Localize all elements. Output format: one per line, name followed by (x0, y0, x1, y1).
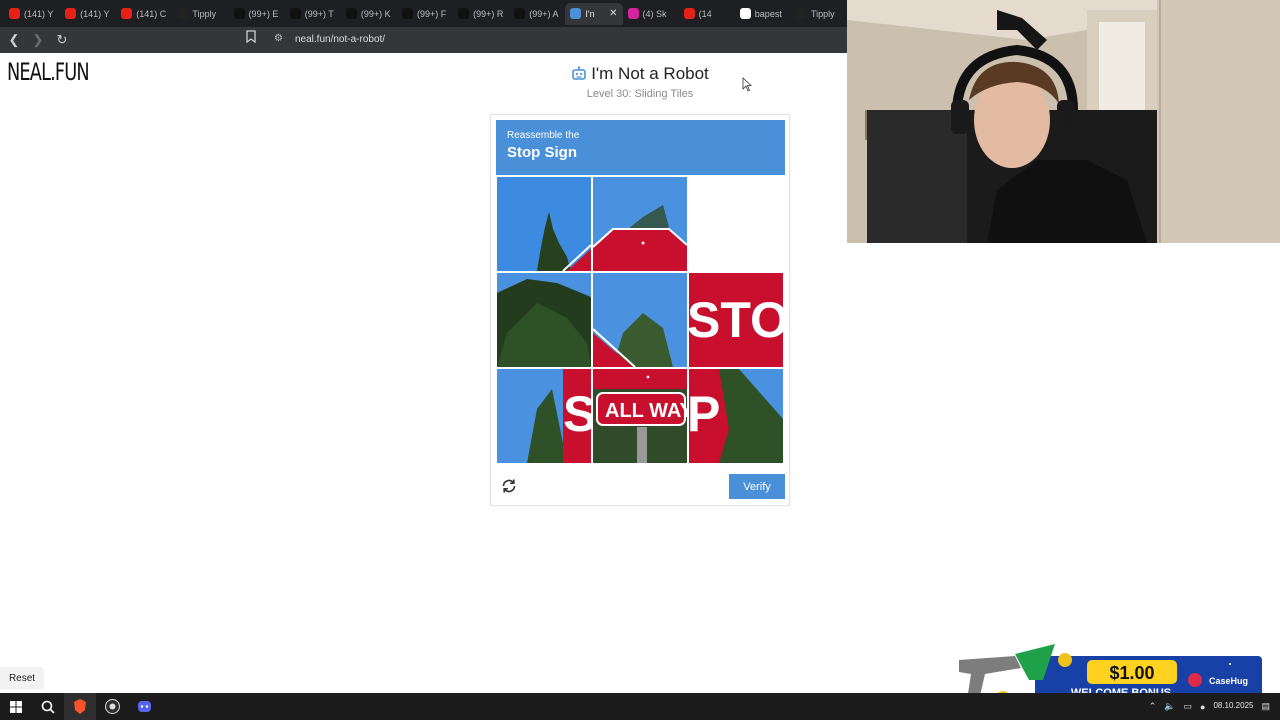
microphone-icon[interactable]: ● (1200, 702, 1205, 712)
browser-tab-label: (99+) F (416, 8, 447, 19)
site-info-icon[interactable]: ⚙ (274, 33, 283, 44)
svg-text:P: P (689, 386, 720, 442)
discord-icon[interactable] (128, 693, 160, 720)
puzzle-tile[interactable] (497, 273, 591, 367)
forward-button[interactable]: ❯ (28, 30, 48, 50)
youtube-icon (9, 8, 20, 19)
brave-browser-icon[interactable] (64, 693, 96, 720)
robot-icon (572, 66, 587, 80)
browser-tab[interactable]: (4) Sk (623, 3, 679, 25)
puzzle-tile[interactable] (593, 273, 687, 367)
puzzle-tile[interactable]: P (689, 369, 783, 463)
browser-tab[interactable]: (99+) R (453, 3, 509, 25)
instagram-icon (627, 8, 639, 19)
browser-tab-label: (141) C (136, 8, 167, 19)
browser-tab[interactable]: (99+) F (397, 3, 453, 25)
puzzle-tile[interactable]: ALL WAY (593, 369, 687, 463)
svg-text:S: S (563, 386, 591, 442)
puzzle-tile[interactable] (593, 177, 687, 271)
browser-tab[interactable]: Tipply (172, 3, 228, 25)
browser-tab[interactable]: I'n ✕ (565, 2, 623, 25)
search-icon[interactable] (32, 693, 64, 720)
back-button[interactable]: ❮ (4, 30, 24, 50)
date-label: 08.10.2025 (1213, 701, 1254, 711)
reload-button[interactable]: ↻ (52, 30, 72, 50)
sliding-tile-grid: STO S ALL WAY P (497, 177, 785, 465)
browser-tab-label: (141) Y (80, 8, 110, 19)
tiktok-icon (514, 8, 526, 19)
refresh-icon[interactable] (500, 477, 518, 495)
ad-amount: $1.00 (1109, 663, 1154, 683)
browser-tab-label: (99+) R (473, 8, 504, 19)
prompt-instruction: Reassemble the (507, 130, 580, 141)
browser-tab-label: (14 (698, 8, 712, 19)
network-icon[interactable]: ▭ (1183, 701, 1192, 712)
mouse-cursor-icon (742, 77, 752, 92)
browser-tab-label: Tipply (810, 8, 835, 19)
windows-taskbar: ⌃ 🔈 ▭ ● 08.10.2025 ▤ (0, 693, 1280, 720)
google-icon (739, 8, 751, 19)
browser-tab-label: (141) Y (24, 8, 54, 19)
ad-brand: CaseHug (1209, 676, 1248, 686)
bookmark-icon[interactable] (246, 30, 256, 43)
browser-tab-label: (99+) E (248, 8, 279, 19)
browser-tab-label: Tipply (192, 8, 217, 19)
svg-text:ALL WAY: ALL WAY (605, 400, 687, 422)
tiktok-icon (233, 8, 245, 19)
system-tray: ⌃ 🔈 ▭ ● 08.10.2025 ▤ (1149, 693, 1280, 720)
verify-button[interactable]: Verify (729, 474, 785, 499)
chevron-up-icon[interactable]: ⌃ (1149, 701, 1157, 712)
tiktok-icon (345, 8, 357, 19)
prompt-target: Stop Sign (507, 144, 577, 161)
browser-tab-label: (99+) A (529, 8, 559, 19)
tiktok-icon (289, 8, 301, 19)
tipply-icon (795, 8, 807, 19)
robot-icon (570, 8, 582, 19)
browser-toolbar: ❮ ❯ ↻ ⚙ neal.fun/not-a-robot/ (0, 27, 847, 53)
level-label: Level 30: Sliding Tiles (586, 88, 694, 100)
site-logo[interactable]: NEAL.FUN (7, 58, 90, 86)
browser-tab[interactable]: (99+) T (285, 3, 341, 25)
captcha-widget: Reassemble the Stop Sign STO S ALL WAY P… (490, 114, 790, 506)
clock[interactable]: 08.10.2025 (1213, 701, 1254, 711)
captcha-prompt: Reassemble the Stop Sign (496, 120, 785, 175)
youtube-icon (121, 8, 133, 19)
tipply-icon (177, 8, 189, 19)
notifications-icon[interactable]: ▤ (1261, 701, 1270, 712)
browser-tab[interactable]: (141) Y (60, 3, 116, 25)
browser-tab-label: bapest (754, 8, 782, 19)
puzzle-tile[interactable]: STO (689, 273, 783, 367)
address-bar[interactable]: neal.fun/not-a-robot/ (295, 34, 385, 45)
browser-tab[interactable]: Tipply (791, 3, 847, 25)
webcam-overlay (847, 0, 1280, 243)
page-title-text: I'm Not a Robot (591, 64, 709, 83)
tiktok-icon (458, 8, 470, 19)
windows-start-icon[interactable] (0, 693, 32, 720)
browser-tab[interactable]: (141) C (116, 3, 172, 25)
empty-tile-slot[interactable] (689, 177, 783, 271)
browser-tab[interactable]: (99+) A (509, 3, 565, 25)
reset-button[interactable]: Reset (0, 667, 44, 689)
browser-tab-label: (4) Sk (642, 8, 667, 19)
tiktok-icon (401, 8, 413, 19)
browser-tab-label: I'n (585, 8, 595, 19)
browser-tab-label: (99+) K (360, 8, 391, 19)
browser-tab[interactable]: (14 (679, 3, 735, 25)
browser-tab[interactable]: bapest (735, 3, 791, 25)
page-title-container: I'm Not a Robot (540, 64, 740, 87)
close-tab-icon[interactable]: ✕ (609, 8, 617, 19)
youtube-icon (683, 8, 695, 19)
browser-tab[interactable]: (99+) K (341, 3, 397, 25)
page-title: I'm Not a Robot (571, 64, 709, 84)
puzzle-tile[interactable]: S (497, 369, 591, 463)
volume-icon[interactable]: 🔈 (1164, 701, 1175, 712)
browser-tab[interactable]: (99+) E (229, 3, 285, 25)
obs-icon[interactable] (96, 693, 128, 720)
browser-tab-bar: (141) Y (141) Y (141) C Tipply (99+) E (99+) … (0, 0, 847, 27)
svg-text:STO: STO (689, 292, 783, 348)
browser-tab-label: (99+) T (304, 8, 334, 19)
browser-tab[interactable]: (141) Y (4, 3, 60, 25)
puzzle-tile[interactable] (497, 177, 591, 271)
youtube-icon (65, 8, 77, 19)
